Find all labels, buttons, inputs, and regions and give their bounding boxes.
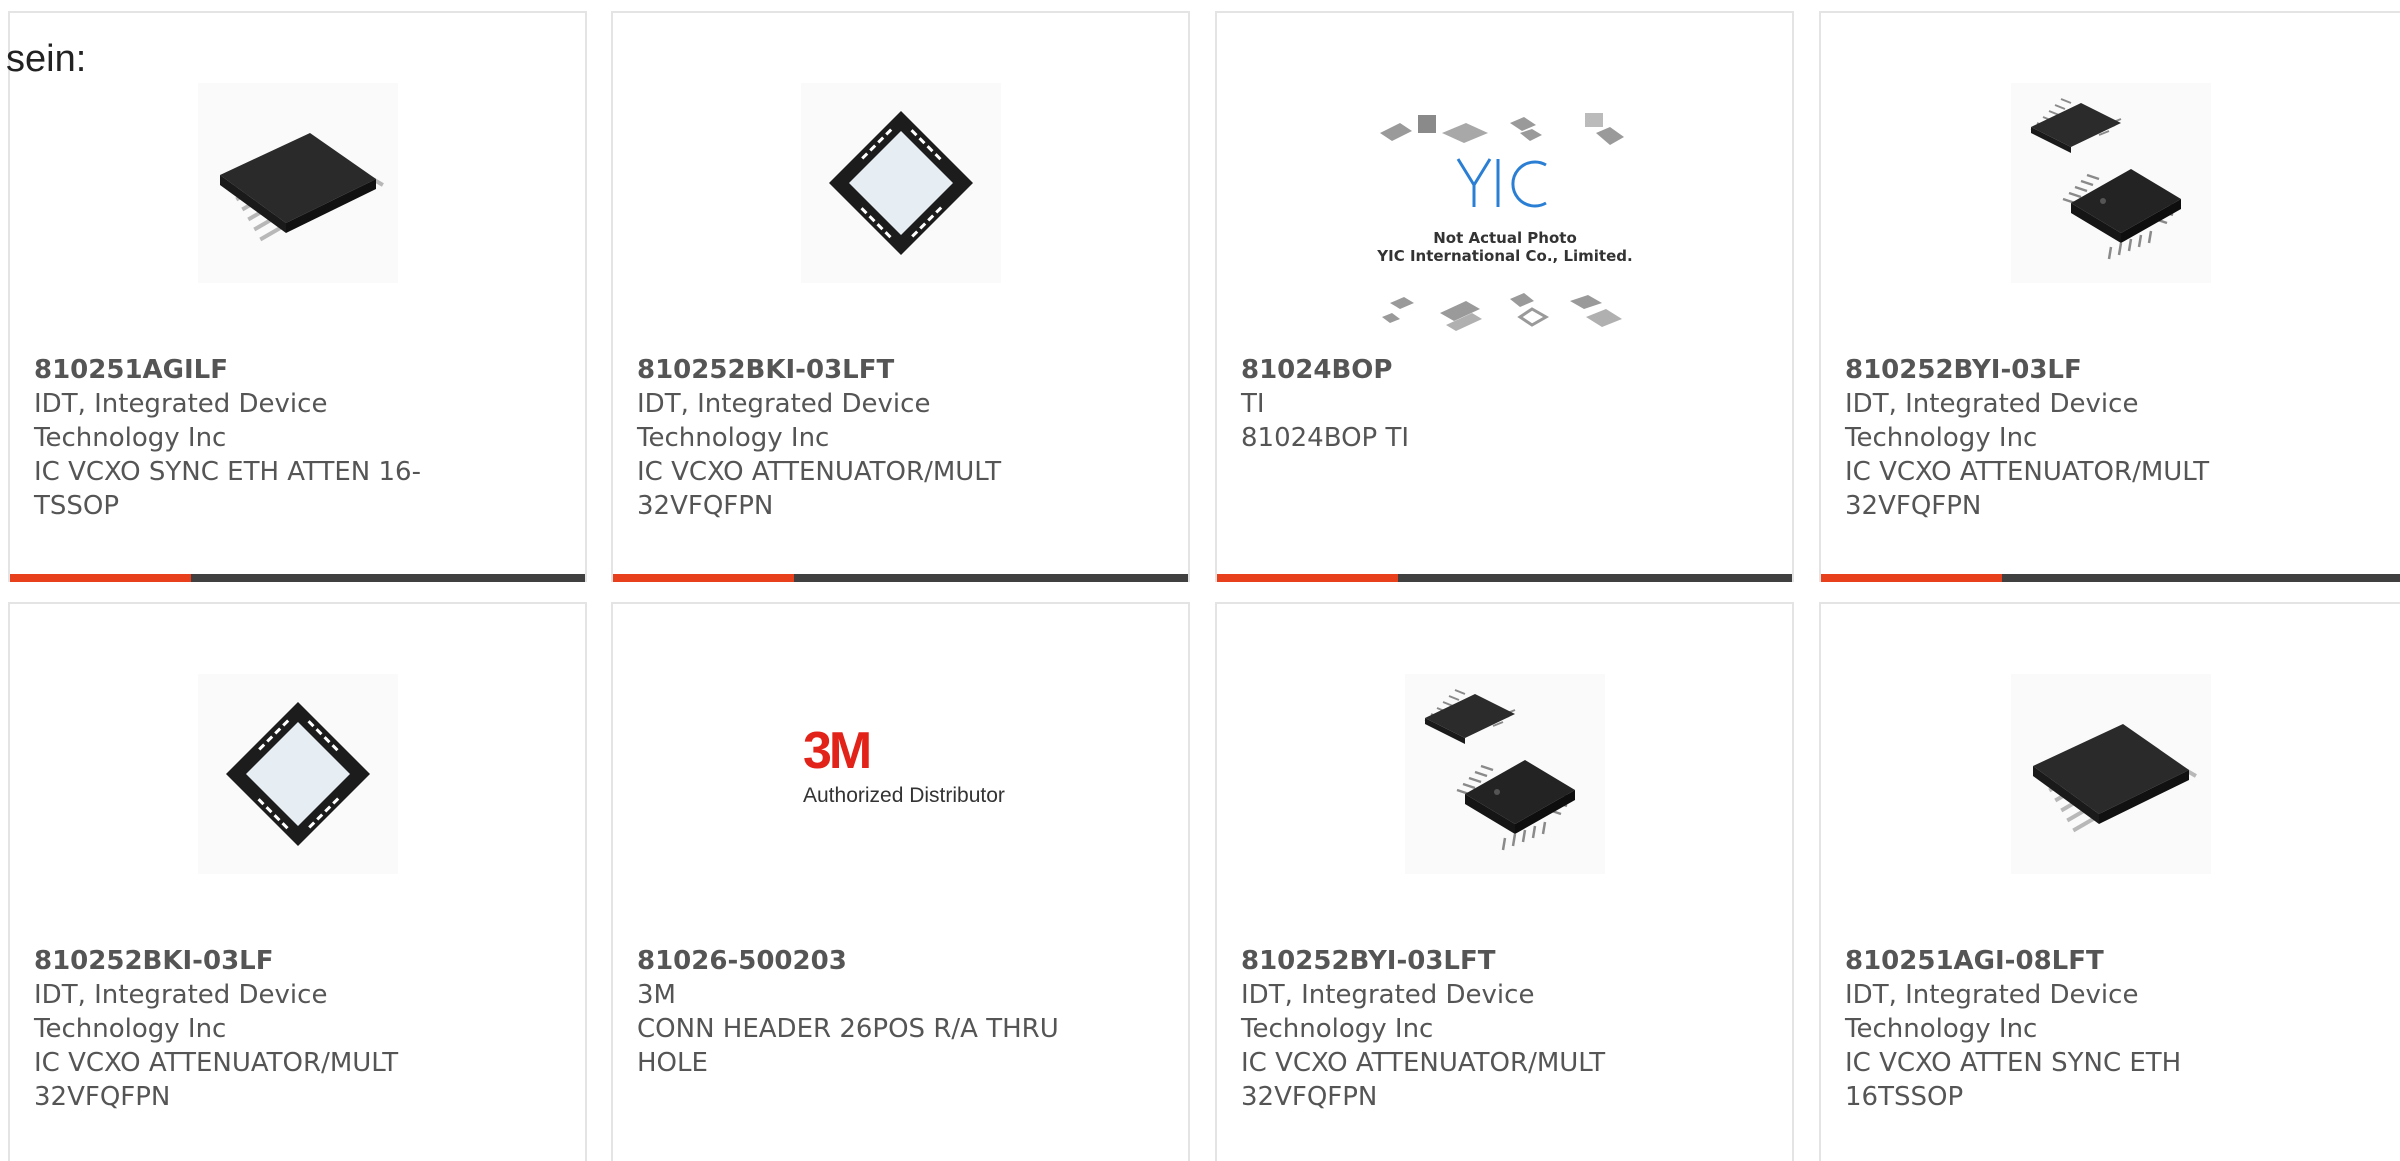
part-number-link[interactable]: 810252BYI-03LF <box>1845 353 2275 387</box>
description: CONN HEADER 26POS R/A THRU HOLE <box>637 1014 1059 1078</box>
product-grid: 810251AGILF IDT, Integrated Device Techn… <box>8 11 2400 1161</box>
part-number-link[interactable]: 81026-500203 <box>637 944 1067 978</box>
qfp-chips-icon[interactable] <box>1404 674 1605 874</box>
manufacturer: IDT, Integrated Device Technology Inc <box>1845 389 2139 453</box>
product-card[interactable]: 810252BYI-03LF IDT, Integrated Device Te… <box>1819 11 2400 582</box>
product-card[interactable]: 3M Authorized Distributor 81026-500203 3… <box>611 602 1190 1161</box>
3m-logo[interactable]: 3M Authorized Distributor <box>790 674 1011 874</box>
tssop-chip-icon[interactable] <box>197 83 398 283</box>
manufacturer: IDT, Integrated Device Technology Inc <box>1845 980 2139 1044</box>
product-info: 81024BOP TI 81024BOP TI <box>1241 353 1671 455</box>
product-card[interactable]: 810252BKI-03LF IDT, Integrated Device Te… <box>8 602 587 1161</box>
product-card[interactable]: 810251AGILF IDT, Integrated Device Techn… <box>8 11 587 582</box>
card-footer-bar <box>1821 574 2400 582</box>
qfp-chips-icon[interactable] <box>2011 83 2211 283</box>
3m-logo-text: 3M <box>803 722 869 780</box>
part-number-link[interactable]: 81024BOP <box>1241 353 1671 387</box>
manufacturer: IDT, Integrated Device Technology Inc <box>34 389 328 453</box>
description: IC VCXO ATTENUATOR/MULT 32VFQFPN <box>34 1048 399 1112</box>
product-info: 810251AGI-08LFT IDT, Integrated Device T… <box>1845 944 2275 1114</box>
manufacturer: IDT, Integrated Device Technology Inc <box>34 980 328 1044</box>
product-info: 81026-500203 3M CONN HEADER 26POS R/A TH… <box>637 944 1067 1080</box>
description: IC VCXO ATTENUATOR/MULT 32VFQFPN <box>1241 1048 1606 1112</box>
qfn-chip-icon[interactable] <box>800 83 1001 283</box>
manufacturer: IDT, Integrated Device Technology Inc <box>637 389 931 453</box>
tssop-chip-icon[interactable] <box>2011 674 2211 874</box>
accent-bar <box>10 574 191 582</box>
card-footer-bar <box>613 574 1188 582</box>
manufacturer: IDT, Integrated Device Technology Inc <box>1241 980 1535 1044</box>
product-card[interactable]: 810252BYI-03LFT IDT, Integrated Device T… <box>1215 602 1794 1161</box>
product-info: 810252BKI-03LF IDT, Integrated Device Te… <box>34 944 464 1114</box>
product-info: 810251AGILF IDT, Integrated Device Techn… <box>34 353 464 523</box>
product-info: 810252BKI-03LFT IDT, Integrated Device T… <box>637 353 1067 523</box>
part-number-link[interactable]: 810252BKI-03LFT <box>637 353 1067 387</box>
part-number-link[interactable]: 810252BKI-03LF <box>34 944 464 978</box>
accent-bar <box>613 574 794 582</box>
not-actual-photo-placeholder[interactable]: Not Actual Photo YIC International Co., … <box>1369 103 1640 353</box>
qfn-chip-icon[interactable] <box>197 674 398 874</box>
product-info: 810252BYI-03LFT IDT, Integrated Device T… <box>1241 944 1671 1114</box>
card-footer-bar <box>10 574 585 582</box>
product-card[interactable]: 810252BKI-03LFT IDT, Integrated Device T… <box>611 11 1190 582</box>
description: IC VCXO ATTENUATOR/MULT 32VFQFPN <box>1845 457 2210 521</box>
part-number-link[interactable]: 810251AGI-08LFT <box>1845 944 2275 978</box>
description: IC VCXO SYNC ETH ATTEN 16-TSSOP <box>34 457 421 521</box>
manufacturer: TI <box>1241 389 1265 419</box>
logo-caption: Authorized Distributor <box>803 784 1005 807</box>
product-card[interactable]: Not Actual Photo YIC International Co., … <box>1215 11 1794 582</box>
product-card[interactable]: 810251AGI-08LFT IDT, Integrated Device T… <box>1819 602 2400 1161</box>
part-number-link[interactable]: 810251AGILF <box>34 353 464 387</box>
placeholder-line-2: YIC International Co., Limited. <box>1376 247 1632 265</box>
manufacturer: 3M <box>637 980 676 1010</box>
accent-bar <box>1821 574 2002 582</box>
placeholder-line-1: Not Actual Photo <box>1433 229 1577 247</box>
card-footer-bar <box>1217 574 1792 582</box>
description: IC VCXO ATTEN SYNC ETH 16TSSOP <box>1845 1048 2182 1112</box>
intro-text: sein: <box>6 38 87 80</box>
part-number-link[interactable]: 810252BYI-03LFT <box>1241 944 1671 978</box>
product-info: 810252BYI-03LF IDT, Integrated Device Te… <box>1845 353 2275 523</box>
description: 81024BOP TI <box>1241 423 1410 453</box>
description: IC VCXO ATTENUATOR/MULT 32VFQFPN <box>637 457 1002 521</box>
accent-bar <box>1217 574 1398 582</box>
